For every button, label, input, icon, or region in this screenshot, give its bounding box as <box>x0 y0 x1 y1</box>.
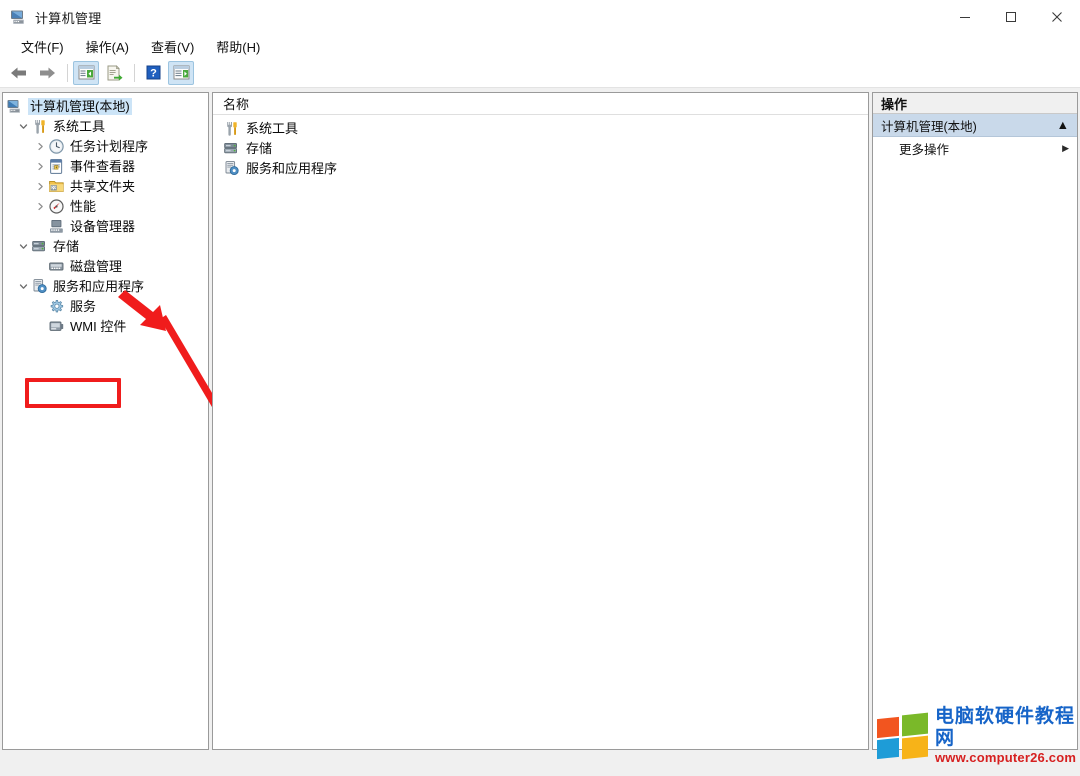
event-viewer-icon <box>48 158 65 175</box>
actions-title-label: 操作 <box>881 96 908 112</box>
tree-item-device-manager[interactable]: 设备管理器 <box>3 216 208 236</box>
svg-text:?: ? <box>150 68 157 80</box>
menu-action[interactable]: 操作(A) <box>75 35 140 58</box>
chevron-down-icon[interactable] <box>16 116 31 136</box>
forward-arrow-icon[interactable] <box>34 61 60 85</box>
tree-item-label: 任务计划程序 <box>70 138 149 154</box>
system-tools-icon <box>223 120 240 137</box>
performance-icon <box>48 198 65 215</box>
list-item-label: 服务和应用程序 <box>246 160 338 176</box>
chevron-up-icon[interactable]: ▲ <box>1057 119 1069 132</box>
svg-text:22: 22 <box>51 185 56 190</box>
tree-item-label: 性能 <box>70 198 97 214</box>
windows-logo-icon <box>877 712 929 760</box>
actions-pane-title: 操作 <box>873 93 1077 114</box>
tree-item-label: 系统工具 <box>53 118 106 134</box>
action-item-label: 更多操作 <box>899 143 950 157</box>
computer-icon <box>6 98 23 115</box>
show-action-pane-icon[interactable] <box>168 60 194 85</box>
minimize-button[interactable] <box>942 0 988 34</box>
list-item[interactable]: 系统工具 <box>213 118 868 138</box>
chevron-down-icon[interactable] <box>16 276 31 296</box>
computer-management-icon <box>9 8 27 26</box>
shared-folders-icon: 22 <box>48 178 65 195</box>
tree-item-event-viewer[interactable]: 事件查看器 <box>3 156 208 176</box>
column-header-name: 名称 <box>223 97 250 112</box>
watermark: 电脑软硬件教程网 www.computer26.com <box>877 706 1077 766</box>
services-apps-icon <box>31 278 48 295</box>
task-scheduler-icon <box>48 138 65 155</box>
menu-help[interactable]: 帮助(H) <box>205 35 271 58</box>
menu-view[interactable]: 查看(V) <box>140 35 205 58</box>
help-icon[interactable]: ? <box>140 61 166 85</box>
tree-item-shared-folders[interactable]: 22 共享文件夹 <box>3 176 208 196</box>
toolbar-separator <box>67 63 68 82</box>
export-list-icon[interactable] <box>101 61 127 85</box>
chevron-right-icon[interactable] <box>33 156 48 176</box>
window-title: 计算机管理 <box>35 10 102 26</box>
services-apps-icon <box>223 160 240 177</box>
details-list-pane: 名称 系统工具 存储 服务和应用程序 <box>212 92 869 750</box>
list-column-header[interactable]: 名称 <box>213 93 868 115</box>
list-body: 系统工具 存储 服务和应用程序 <box>213 115 868 178</box>
chevron-right-icon[interactable] <box>33 136 48 156</box>
show-hide-tree-icon[interactable] <box>73 60 99 85</box>
tree-item-storage[interactable]: 存储 <box>3 236 208 256</box>
tree-item-label: 磁盘管理 <box>70 258 123 274</box>
menu-file[interactable]: 文件(F) <box>10 35 75 58</box>
maximize-button[interactable] <box>988 0 1034 34</box>
caption-buttons <box>942 0 1080 34</box>
list-item[interactable]: 服务和应用程序 <box>213 158 868 178</box>
toolbar: ? <box>0 58 1080 88</box>
system-tools-icon <box>31 118 48 135</box>
computer-management-window: 计算机管理 文件(F) 操作(A) 查看(V) 帮助(H) ? 计算机管理(本地… <box>0 0 1080 776</box>
disk-management-icon <box>48 258 65 275</box>
tree-item-label: 服务 <box>70 298 97 314</box>
list-item-label: 存储 <box>246 140 273 156</box>
chevron-right-icon[interactable]: ▶ <box>1062 144 1069 153</box>
tree-item-label: 存储 <box>53 238 80 254</box>
action-more-actions[interactable]: 更多操作 ▶ <box>873 137 1077 160</box>
tree-item-label: 计算机管理(本地) <box>28 97 132 115</box>
tree-item-computer-management[interactable]: 计算机管理(本地) <box>3 96 208 116</box>
back-arrow-icon[interactable] <box>6 61 32 85</box>
wmi-control-icon <box>48 318 65 335</box>
list-item-label: 系统工具 <box>246 120 299 136</box>
storage-icon <box>31 238 48 255</box>
toolbar-separator-2 <box>134 63 135 82</box>
device-manager-icon <box>48 218 65 235</box>
tree-item-label: 共享文件夹 <box>70 178 136 194</box>
watermark-text: 电脑软硬件教程网 www.computer26.com <box>935 706 1077 766</box>
close-button[interactable] <box>1034 0 1080 34</box>
actions-group-header[interactable]: 计算机管理(本地) ▲ <box>873 114 1077 137</box>
list-item[interactable]: 存储 <box>213 138 868 158</box>
tree-item-task-scheduler[interactable]: 任务计划程序 <box>3 136 208 156</box>
actions-pane: 操作 计算机管理(本地) ▲ 更多操作 ▶ <box>872 92 1078 750</box>
watermark-url: www.computer26.com <box>935 750 1077 765</box>
watermark-brand: 电脑软硬件教程网 <box>935 706 1076 749</box>
tree-item-disk-management[interactable]: 磁盘管理 <box>3 256 208 276</box>
storage-icon <box>223 140 240 157</box>
tree-item-performance[interactable]: 性能 <box>3 196 208 216</box>
tree-item-label: 设备管理器 <box>70 218 136 234</box>
chevron-right-icon[interactable] <box>33 176 48 196</box>
chevron-down-icon[interactable] <box>16 236 31 256</box>
console-tree-pane: 计算机管理(本地) 系统工具 任务计划程序 事件查看器 22 共享文件夹 性能 … <box>2 92 209 750</box>
tree-item-system-tools[interactable]: 系统工具 <box>3 116 208 136</box>
tree-item-label: 事件查看器 <box>70 158 136 174</box>
title-bar: 计算机管理 <box>0 0 1080 34</box>
chevron-right-icon[interactable] <box>33 196 48 216</box>
services-icon <box>48 298 65 315</box>
menu-bar: 文件(F) 操作(A) 查看(V) 帮助(H) <box>0 34 1080 58</box>
actions-group-label: 计算机管理(本地) <box>881 119 977 134</box>
